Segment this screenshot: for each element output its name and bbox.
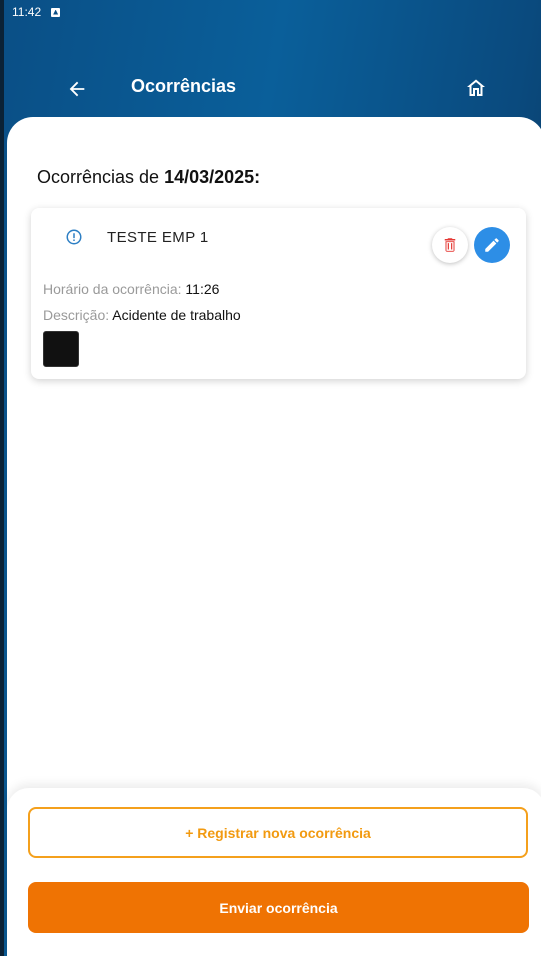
bottom-action-panel: + Registrar nova ocorrência Enviar ocorr… [7,788,541,956]
register-new-occurrence-button[interactable]: + Registrar nova ocorrência [28,807,528,858]
send-occurrence-button[interactable]: Enviar ocorrência [28,882,529,933]
date-heading: Ocorrências de 14/03/2025: [37,167,260,188]
time-value: 11:26 [185,281,220,297]
attachment-thumbnail[interactable] [43,331,79,367]
alert-circle-icon [65,228,83,246]
status-bar: 11:42 [4,0,541,24]
occurrence-title: TESTE EMP 1 [107,228,209,246]
occurrence-time-row: Horário da ocorrência: 11:26 [43,281,219,297]
status-time: 11:42 [12,5,42,19]
home-icon [467,79,485,96]
trash-icon [444,238,456,252]
arrow-left-icon [69,81,85,97]
back-button[interactable] [62,74,92,104]
app-bar: Ocorrências [4,60,541,116]
delete-button[interactable] [432,227,468,263]
app-screen: 11:42 Ocorrências Ocorrências de 14/03/2… [0,0,541,956]
description-value: Acidente de trabalho [112,307,241,323]
home-button[interactable] [460,72,492,104]
edit-button[interactable] [474,227,510,263]
date-heading-date: 14/03/2025: [164,167,261,187]
card-title-row: TESTE EMP 1 [65,228,209,246]
occurrence-description-row: Descrição: Acidente de trabalho [43,307,241,323]
a-icon [51,7,61,17]
time-label: Horário da ocorrência: [43,281,186,297]
description-label: Descrição: [43,307,113,323]
date-heading-prefix: Ocorrências de [37,167,165,187]
page-title: Ocorrências [131,76,237,96]
occurrence-card[interactable]: TESTE EMP 1 Horário da ocorrência: 11:26 [31,208,526,379]
pencil-icon [485,238,499,252]
